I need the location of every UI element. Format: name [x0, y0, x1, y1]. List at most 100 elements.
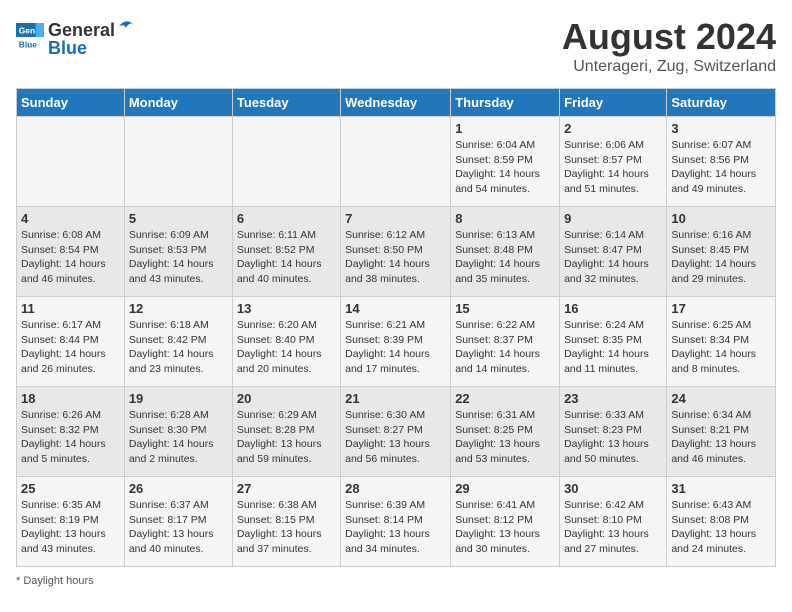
day-number: 28 — [345, 481, 446, 496]
day-info: Sunrise: 6:30 AM Sunset: 8:27 PM Dayligh… — [345, 408, 446, 467]
calendar-table: SundayMondayTuesdayWednesdayThursdayFrid… — [16, 88, 776, 567]
calendar-day-cell: 18 Sunrise: 6:26 AM Sunset: 8:32 PM Dayli… — [17, 387, 125, 477]
day-number: 14 — [345, 301, 446, 316]
header: Gen Blue General Blue August 2024 Untera… — [16, 16, 776, 76]
logo-blue-text: Blue — [48, 39, 135, 57]
calendar-day-cell: 12Sunrise: 6:18 AM Sunset: 8:42 PM Dayli… — [124, 297, 232, 387]
calendar-day-cell: 6Sunrise: 6:11 AM Sunset: 8:52 PM Daylig… — [232, 207, 340, 297]
calendar-day-cell: 22 Sunrise: 6:31 AM Sunset: 8:25 PM Dayli… — [451, 387, 560, 477]
day-number: 17 — [671, 301, 771, 316]
calendar-header-row: SundayMondayTuesdayWednesdayThursdayFrid… — [17, 89, 776, 117]
day-number: 8 — [455, 211, 555, 226]
day-number: 23 — [564, 391, 662, 406]
day-info: Sunrise: 6:41 AM Sunset: 8:12 PM Dayligh… — [455, 498, 555, 557]
day-number: 15 — [455, 301, 555, 316]
calendar-day-cell: 30 Sunrise: 6:42 AM Sunset: 8:10 PM Dayli… — [560, 477, 667, 567]
calendar-day-cell: 8 Sunrise: 6:13 AM Sunset: 8:48 PM Daylig… — [451, 207, 560, 297]
calendar-day-cell: 14 Sunrise: 6:21 AM Sunset: 8:39 PM Dayli… — [341, 297, 451, 387]
day-number: 18 — [21, 391, 120, 406]
calendar-day-cell: 21 Sunrise: 6:30 AM Sunset: 8:27 PM Dayli… — [341, 387, 451, 477]
calendar-day-header: Saturday — [667, 89, 776, 117]
day-number: 21 — [345, 391, 446, 406]
calendar-day-cell: 17 Sunrise: 6:25 AM Sunset: 8:34 PM Dayli… — [667, 297, 776, 387]
calendar-day-cell: 15Sunrise: 6:22 AM Sunset: 8:37 PM Dayli… — [451, 297, 560, 387]
location-title: Unterageri, Zug, Switzerland — [562, 58, 776, 76]
day-info: Sunrise: 6:13 AM Sunset: 8:48 PM Dayligh… — [455, 228, 555, 287]
day-number: 30 — [564, 481, 662, 496]
calendar-day-cell — [341, 117, 451, 207]
calendar-day-cell: 10 Sunrise: 6:16 AM Sunset: 8:45 PM Dayli… — [667, 207, 776, 297]
calendar-day-header: Thursday — [451, 89, 560, 117]
svg-text:Blue: Blue — [19, 39, 37, 49]
day-info: Sunrise: 6:39 AM Sunset: 8:14 PM Dayligh… — [345, 498, 446, 557]
calendar-day-header: Sunday — [17, 89, 125, 117]
day-number: 10 — [671, 211, 771, 226]
logo-bird-icon — [117, 16, 135, 36]
calendar-day-cell: 23 Sunrise: 6:33 AM Sunset: 8:23 PM Dayli… — [560, 387, 667, 477]
day-info: Sunrise: 6:16 AM Sunset: 8:45 PM Dayligh… — [671, 228, 771, 287]
calendar-day-cell: 3Sunrise: 6:07 AM Sunset: 8:56 PM Daylig… — [667, 117, 776, 207]
day-info: Sunrise: 6:09 AM Sunset: 8:53 PM Dayligh… — [129, 228, 228, 287]
day-info: Sunrise: 6:25 AM Sunset: 8:34 PM Dayligh… — [671, 318, 771, 377]
day-number: 27 — [237, 481, 336, 496]
day-number: 16 — [564, 301, 662, 316]
day-info: Sunrise: 6:06 AM Sunset: 8:57 PM Dayligh… — [564, 138, 662, 197]
calendar-day-cell — [124, 117, 232, 207]
logo-general-text: General — [48, 21, 115, 39]
calendar-day-cell: 11Sunrise: 6:17 AM Sunset: 8:44 PM Dayli… — [17, 297, 125, 387]
day-info: Sunrise: 6:12 AM Sunset: 8:50 PM Dayligh… — [345, 228, 446, 287]
calendar-day-header: Wednesday — [341, 89, 451, 117]
day-number: 19 — [129, 391, 228, 406]
day-number: 29 — [455, 481, 555, 496]
day-info: Sunrise: 6:35 AM Sunset: 8:19 PM Dayligh… — [21, 498, 120, 557]
day-info: Sunrise: 6:37 AM Sunset: 8:17 PM Dayligh… — [129, 498, 228, 557]
day-info: Sunrise: 6:29 AM Sunset: 8:28 PM Dayligh… — [237, 408, 336, 467]
day-number: 20 — [237, 391, 336, 406]
day-info: Sunrise: 6:20 AM Sunset: 8:40 PM Dayligh… — [237, 318, 336, 377]
day-number: 11 — [21, 301, 120, 316]
calendar-week-row: 25 Sunrise: 6:35 AM Sunset: 8:19 PM Dayli… — [17, 477, 776, 567]
day-number: 2 — [564, 121, 662, 136]
calendar-day-cell: 19 Sunrise: 6:28 AM Sunset: 8:30 PM Dayli… — [124, 387, 232, 477]
day-number: 13 — [237, 301, 336, 316]
calendar-day-cell: 29 Sunrise: 6:41 AM Sunset: 8:12 PM Dayli… — [451, 477, 560, 567]
day-number: 24 — [671, 391, 771, 406]
day-number: 3 — [671, 121, 771, 136]
footer-note: * Daylight hours — [16, 575, 776, 587]
day-info: Sunrise: 6:14 AM Sunset: 8:47 PM Dayligh… — [564, 228, 662, 287]
calendar-day-cell: 2 Sunrise: 6:06 AM Sunset: 8:57 PM Daylig… — [560, 117, 667, 207]
day-number: 26 — [129, 481, 228, 496]
day-number: 6 — [237, 211, 336, 226]
calendar-day-cell: 4Sunrise: 6:08 AM Sunset: 8:54 PM Daylig… — [17, 207, 125, 297]
day-info: Sunrise: 6:26 AM Sunset: 8:32 PM Dayligh… — [21, 408, 120, 467]
day-info: Sunrise: 6:28 AM Sunset: 8:30 PM Dayligh… — [129, 408, 228, 467]
calendar-day-cell: 1Sunrise: 6:04 AM Sunset: 8:59 PM Daylig… — [451, 117, 560, 207]
day-info: Sunrise: 6:33 AM Sunset: 8:23 PM Dayligh… — [564, 408, 662, 467]
day-number: 22 — [455, 391, 555, 406]
calendar-day-cell: 20 Sunrise: 6:29 AM Sunset: 8:28 PM Dayli… — [232, 387, 340, 477]
calendar-day-cell: 24Sunrise: 6:34 AM Sunset: 8:21 PM Dayli… — [667, 387, 776, 477]
day-info: Sunrise: 6:38 AM Sunset: 8:15 PM Dayligh… — [237, 498, 336, 557]
calendar-day-cell: 13 Sunrise: 6:20 AM Sunset: 8:40 PM Dayli… — [232, 297, 340, 387]
calendar-day-cell: 7 Sunrise: 6:12 AM Sunset: 8:50 PM Daylig… — [341, 207, 451, 297]
svg-text:Gen: Gen — [19, 25, 35, 35]
day-info: Sunrise: 6:04 AM Sunset: 8:59 PM Dayligh… — [455, 138, 555, 197]
calendar-week-row: 11Sunrise: 6:17 AM Sunset: 8:44 PM Dayli… — [17, 297, 776, 387]
day-info: Sunrise: 6:42 AM Sunset: 8:10 PM Dayligh… — [564, 498, 662, 557]
calendar-day-header: Monday — [124, 89, 232, 117]
day-info: Sunrise: 6:24 AM Sunset: 8:35 PM Dayligh… — [564, 318, 662, 377]
day-number: 25 — [21, 481, 120, 496]
logo-icon: Gen Blue — [16, 23, 44, 51]
calendar-week-row: 18 Sunrise: 6:26 AM Sunset: 8:32 PM Dayli… — [17, 387, 776, 477]
calendar-day-header: Friday — [560, 89, 667, 117]
day-info: Sunrise: 6:31 AM Sunset: 8:25 PM Dayligh… — [455, 408, 555, 467]
calendar-day-cell: 27 Sunrise: 6:38 AM Sunset: 8:15 PM Dayli… — [232, 477, 340, 567]
logo: Gen Blue General Blue — [16, 16, 135, 57]
day-number: 12 — [129, 301, 228, 316]
calendar-week-row: 1Sunrise: 6:04 AM Sunset: 8:59 PM Daylig… — [17, 117, 776, 207]
calendar-day-cell: 9Sunrise: 6:14 AM Sunset: 8:47 PM Daylig… — [560, 207, 667, 297]
day-info: Sunrise: 6:21 AM Sunset: 8:39 PM Dayligh… — [345, 318, 446, 377]
day-number: 7 — [345, 211, 446, 226]
calendar-day-cell: 28 Sunrise: 6:39 AM Sunset: 8:14 PM Dayli… — [341, 477, 451, 567]
day-info: Sunrise: 6:08 AM Sunset: 8:54 PM Dayligh… — [21, 228, 120, 287]
